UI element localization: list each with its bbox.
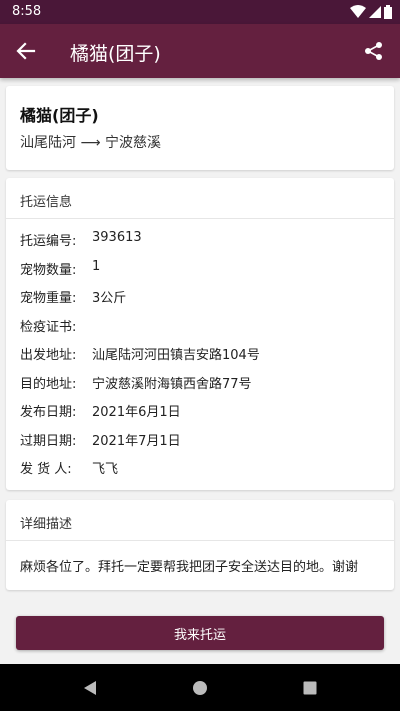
info-value: 汕尾陆河河田镇吉安路104号 — [92, 348, 260, 363]
back-button[interactable] — [10, 35, 42, 67]
summary-card: 橘猫(团子) 汕尾陆河 ⟶ 宁波慈溪 — [6, 86, 394, 170]
share-icon — [365, 42, 382, 60]
info-label: 发布日期: — [20, 405, 77, 420]
info-label: 发 货 人: — [20, 462, 72, 477]
info-label: 过期日期: — [20, 433, 77, 449]
info-row-quarantine-cert: 检疫证书: — [20, 316, 384, 345]
description-title: 详细描述 — [20, 517, 73, 532]
nav-recents-button[interactable] — [298, 676, 322, 700]
info-row-publish-date: 发布日期: 2021年6月1日 — [20, 401, 384, 430]
info-label: 托运编号: — [20, 234, 77, 249]
info-value: 飞飞 — [92, 462, 119, 477]
triangle-back-icon — [84, 681, 96, 695]
info-label: 目的地址: — [20, 376, 77, 392]
info-row-pet-count: 宠物数量: 1 — [20, 259, 384, 288]
info-row-pet-weight: 宠物重量: 3公斤 — [20, 287, 384, 316]
info-value: 2021年7月1日 — [92, 433, 181, 449]
shipping-info-header: 托运信息 — [6, 178, 394, 219]
description-text: 麻烦各位了。拜托一定要帮我把团子安全送达目的地。谢谢 — [20, 560, 359, 575]
description-card: 详细描述 麻烦各位了。拜托一定要帮我把团子安全送达目的地。谢谢 — [6, 500, 394, 590]
info-label: 出发地址: — [20, 348, 77, 363]
info-label: 宠物重量: — [20, 291, 77, 306]
square-recents-icon — [303, 681, 317, 695]
status-time: 8:58 — [12, 4, 42, 19]
arrow-left-icon — [16, 42, 36, 60]
status-bar: 8:58 — [0, 0, 400, 24]
ship-button[interactable]: 我来托运 — [16, 616, 384, 650]
info-value: 1 — [92, 258, 101, 274]
app-bar: 橘猫(团子) — [0, 24, 400, 78]
info-value: 3公斤 — [92, 291, 127, 306]
shipping-info-card: 托运信息 托运编号: 393613 宠物数量: 1 宠物重量: 3公斤 检疫证书… — [6, 178, 394, 490]
system-nav-bar — [0, 664, 400, 711]
info-value: 宁波慈溪附海镇西舍路77号 — [92, 376, 252, 392]
info-label: 宠物数量: — [20, 262, 77, 278]
info-row-destination-address: 目的地址: 宁波慈溪附海镇西舍路77号 — [20, 373, 384, 402]
info-row-origin-address: 出发地址: 汕尾陆河河田镇吉安路104号 — [20, 344, 384, 373]
info-label: 检疫证书: — [20, 319, 77, 335]
info-row-expiry-date: 过期日期: 2021年7月1日 — [20, 430, 384, 459]
nav-home-button[interactable] — [188, 676, 212, 700]
signal-icon — [369, 6, 381, 18]
info-value: 393613 — [92, 230, 142, 245]
description-header: 详细描述 — [6, 500, 394, 541]
info-row-shipment-no: 托运编号: 393613 — [20, 230, 384, 259]
info-value — [92, 316, 384, 345]
nav-back-button[interactable] — [78, 676, 102, 700]
info-list: 托运编号: 393613 宠物数量: 1 宠物重量: 3公斤 检疫证书: 出发地… — [20, 230, 384, 487]
shipping-info-title: 托运信息 — [20, 195, 73, 210]
pet-name: 橘猫(团子) — [20, 106, 99, 125]
battery-icon — [384, 5, 392, 19]
info-value: 2021年6月1日 — [92, 405, 181, 420]
circle-home-icon — [193, 681, 207, 695]
share-button[interactable] — [358, 35, 390, 67]
status-icons — [350, 4, 392, 20]
page-title: 橘猫(团子) — [70, 43, 161, 65]
route-text: 汕尾陆河 ⟶ 宁波慈溪 — [20, 135, 161, 151]
wifi-icon — [350, 5, 366, 18]
info-row-shipper: 发 货 人: 飞飞 — [20, 458, 384, 487]
